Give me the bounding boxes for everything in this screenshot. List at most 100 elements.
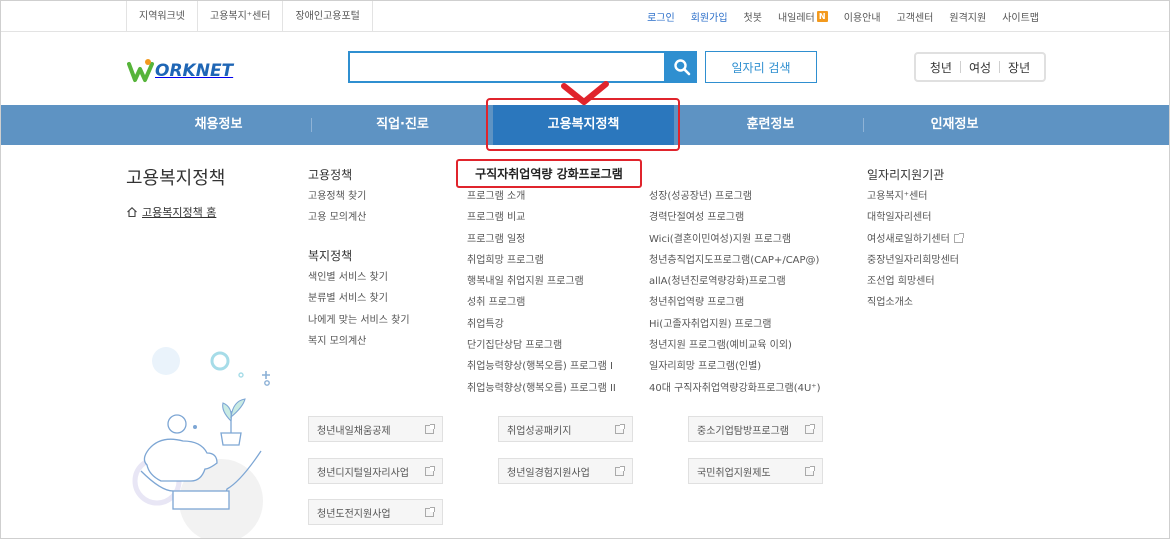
target-group-tabs: 청년 여성 장년	[914, 52, 1046, 82]
link-box-employment-success-package[interactable]: 취업성공패키지	[498, 416, 633, 442]
search-input[interactable]	[350, 53, 664, 81]
gnb-item-career[interactable]: 직업·진로	[311, 105, 494, 145]
employment-policy-list: 고용정책 찾기 고용 모의계산	[308, 186, 366, 229]
menu-item[interactable]: 고용정책 찾기	[308, 186, 366, 207]
link-box-label: 중소기업탐방프로그램	[697, 425, 789, 437]
menu-item[interactable]: 행복내일 취업지원 프로그램	[467, 271, 616, 292]
menu-item[interactable]: 성장(성공장년) 프로그램	[649, 186, 820, 207]
menu-item[interactable]: 프로그램 일정	[467, 229, 616, 250]
col-head-employment-policy[interactable]: 고용정책	[308, 166, 352, 183]
col-head-label: 구직자취업역량 강화프로그램	[475, 167, 623, 181]
menu-item[interactable]: 단기집단상담 프로그램	[467, 335, 616, 356]
menu-item[interactable]: 중장년일자리희망센터	[867, 250, 963, 271]
external-link-icon	[615, 466, 625, 476]
menu-item[interactable]: 대학일자리센터	[867, 207, 963, 228]
logo-text: ORKNET	[155, 61, 234, 81]
link-box-label: 청년도전지원사업	[317, 508, 391, 520]
tab-youth[interactable]: 청년	[930, 59, 952, 76]
member-links: 로그인 회원가입 첫봇 내일레터 N 이용안내 고객센터 원격지원 사이트맵	[631, 1, 1039, 32]
link-box-label: 청년내일채움공제	[317, 425, 391, 437]
job-search-button[interactable]: 일자리 검색	[705, 51, 817, 83]
util-link-employment-welfare-center[interactable]: 고용복지⁺센터	[197, 1, 282, 32]
utility-bar: 지역워크넷 고용복지⁺센터 장애인고용포털 로그인 회원가입 첫봇 내일레터 N …	[1, 1, 1169, 32]
sitemap-link[interactable]: 사이트맵	[1002, 9, 1039, 24]
link-box-label: 청년일경험지원사업	[507, 467, 590, 479]
newsletter-label: 내일레터	[777, 13, 815, 24]
col-head-welfare-policy[interactable]: 복지정책	[308, 247, 352, 264]
external-link-icon	[615, 424, 625, 434]
menu-item[interactable]: 나에게 맞는 서비스 찾기	[308, 310, 410, 331]
home-link-label: 고용복지정책 홈	[142, 206, 217, 219]
search-box	[348, 51, 666, 83]
link-box-label: 취업성공패키지	[507, 425, 572, 437]
menu-item[interactable]: 고용 모의계산	[308, 207, 366, 228]
menu-item[interactable]: 취업능력향상(행복오름) 프로그램 II	[467, 378, 616, 399]
customer-center-link[interactable]: 고객센터	[897, 9, 934, 24]
new-badge: N	[816, 11, 828, 22]
family-site-links: 지역워크넷 고용복지⁺센터 장애인고용포털	[126, 1, 373, 32]
welfare-policy-list: 색인별 서비스 찾기 분류별 서비스 찾기 나에게 맞는 서비스 찾기 복지 모…	[308, 267, 410, 352]
link-box-youth-tomorrow-savings[interactable]: 청년내일채움공제	[308, 416, 443, 442]
menu-item[interactable]: 색인별 서비스 찾기	[308, 267, 410, 288]
menu-item[interactable]: allA(청년진로역량강화)프로그램	[649, 271, 820, 292]
menu-item[interactable]: 복지 모의계산	[308, 331, 410, 352]
menu-item[interactable]: 취업희망 프로그램	[467, 250, 616, 271]
program-list-continued: 성장(성공장년) 프로그램 경력단절여성 프로그램 Wici(결혼이민여성)지원…	[649, 186, 820, 399]
tab-middle-aged[interactable]: 장년	[1008, 59, 1030, 76]
search-icon	[673, 59, 690, 76]
menu-item[interactable]: 직업소개소	[867, 292, 963, 313]
menu-item-external[interactable]: 여성새로일하기센터	[867, 229, 964, 250]
col-head-job-support-agencies[interactable]: 일자리지원기관	[867, 166, 944, 183]
remote-support-link[interactable]: 원격지원	[949, 9, 986, 24]
external-link-icon	[425, 466, 435, 476]
menu-item[interactable]: 취업특강	[467, 314, 616, 335]
link-box-national-employment-support[interactable]: 국민취업지원제도	[688, 458, 823, 484]
job-seeker-program-list: 프로그램 소개 프로그램 비교 프로그램 일정 취업희망 프로그램 행복내일 취…	[467, 186, 616, 399]
external-link-icon	[953, 233, 964, 244]
link-box-sme-tour-program[interactable]: 중소기업탐방프로그램	[688, 416, 823, 442]
link-box-youth-work-experience[interactable]: 청년일경험지원사업	[498, 458, 633, 484]
search-button[interactable]	[666, 51, 697, 83]
home-icon	[127, 207, 137, 218]
menu-item[interactable]: 청년지원 프로그램(예비교육 이외)	[649, 335, 820, 356]
worknet-logo[interactable]: ORKNET	[127, 56, 233, 86]
job-support-agency-list: 고용복지⁺센터 대학일자리센터 여성새로일하기센터 중장년일자리희망센터 조선업…	[867, 186, 964, 314]
external-link-icon	[425, 424, 435, 434]
menu-item[interactable]: 고용복지⁺센터	[867, 186, 963, 207]
tab-women[interactable]: 여성	[969, 59, 991, 76]
chatbot-link[interactable]: 첫봇	[744, 9, 762, 24]
submenu-home-link[interactable]: 고용복지정책 홈	[126, 204, 216, 220]
external-link-icon	[805, 424, 815, 434]
menu-item[interactable]: 취업능력향상(행복오름) 프로그램 I	[467, 356, 616, 377]
gnb-item-training[interactable]: 훈련정보	[678, 105, 863, 145]
gnb-item-job-info[interactable]: 채용정보	[126, 105, 311, 145]
menu-item[interactable]: 청년층직업지도프로그램(CAP+/CAP@)	[649, 250, 820, 271]
menu-item[interactable]: 프로그램 소개	[467, 186, 616, 207]
menu-item[interactable]: 성취 프로그램	[467, 292, 616, 313]
menu-item[interactable]: Hi(고졸자취업지원) 프로그램	[649, 314, 820, 335]
newsletter-link[interactable]: 내일레터 N	[778, 9, 828, 24]
menu-item[interactable]: 청년취업역량 프로그램	[649, 292, 820, 313]
signup-link[interactable]: 회원가입	[691, 9, 728, 24]
gnb-item-talent[interactable]: 인재정보	[863, 105, 1046, 145]
page-frame: 지역워크넷 고용복지⁺센터 장애인고용포털 로그인 회원가입 첫봇 내일레터 N …	[0, 0, 1170, 539]
col-head-job-seeker-program[interactable]: 구직자취업역량 강화프로그램	[456, 159, 642, 188]
tab-separator	[999, 61, 1001, 73]
util-link-regional-worknet[interactable]: 지역워크넷	[126, 1, 197, 32]
menu-item[interactable]: 40대 구직자취업역량강화프로그램(4U⁺)	[649, 378, 820, 399]
tab-separator	[959, 61, 961, 73]
menu-item[interactable]: 조선업 희망센터	[867, 271, 963, 292]
menu-item[interactable]: 일자리희망 프로그램(인별)	[649, 356, 820, 377]
guide-link[interactable]: 이용안내	[844, 9, 881, 24]
external-link-icon	[425, 507, 435, 517]
menu-item[interactable]: 경력단절여성 프로그램	[649, 207, 820, 228]
link-box-label: 국민취업지원제도	[697, 467, 771, 479]
link-box-youth-challenge-support[interactable]: 청년도전지원사업	[308, 499, 443, 525]
link-box-youth-digital-jobs[interactable]: 청년디지털일자리사업	[308, 458, 443, 484]
menu-item[interactable]: Wici(결혼이민여성)지원 프로그램	[649, 229, 820, 250]
login-link[interactable]: 로그인	[647, 9, 675, 24]
util-link-disabled-employment-portal[interactable]: 장애인고용포털	[282, 1, 373, 32]
menu-item[interactable]: 분류별 서비스 찾기	[308, 288, 410, 309]
check-mark-icon	[561, 81, 609, 105]
menu-item[interactable]: 프로그램 비교	[467, 207, 616, 228]
